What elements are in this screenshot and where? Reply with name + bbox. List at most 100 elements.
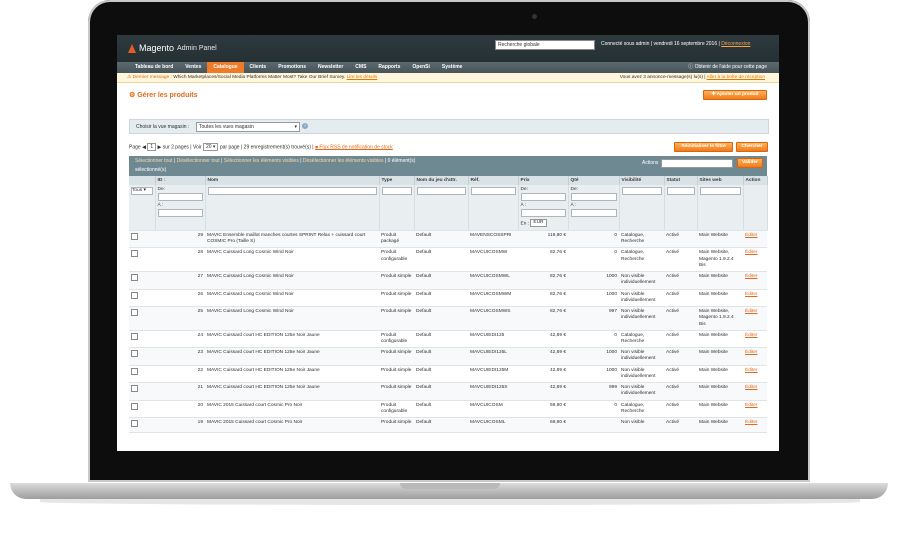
row-sku-cell: MAVCUICOSM [468,400,518,419]
inbox-link[interactable]: Aller à la boîte de réception [707,75,765,80]
filter-checkbox[interactable]: Tous ▾ [129,185,156,231]
reset-filter-button[interactable]: Réinitialiser le filtre [674,142,733,152]
row-edit-link[interactable]: Éditer [745,420,758,425]
help-link[interactable]: ⓘ Obtenir de l'aide pour cette page [688,62,767,73]
page-input[interactable]: 1 [147,143,157,151]
per-page-select[interactable]: 20 ▾ [202,143,219,151]
filter-attr-select[interactable] [416,187,466,195]
table-row[interactable]: 23 MAVIC Cuissard court HC EDITION 125e N… [129,347,767,366]
select-visible-link[interactable]: Sélectionner les éléments visibles [224,158,299,164]
row-checkbox[interactable] [131,350,138,358]
row-edit-link[interactable]: Éditer [745,368,758,373]
nav-catalog[interactable]: Catalogue [207,62,244,73]
row-checkbox[interactable] [131,291,138,299]
row-edit-link[interactable]: Éditer [745,403,758,408]
table-row[interactable]: 24 MAVIC Cuissard court HC EDITION 125e N… [129,330,767,349]
help-icon[interactable]: ? [302,123,308,129]
col-attribute-set[interactable]: Nom du jeu d'attr. [414,176,469,185]
actions-select[interactable] [661,159,733,168]
row-checkbox[interactable] [131,402,138,410]
nav-system[interactable]: Système [436,62,469,73]
row-edit-link[interactable]: Éditer [745,333,758,338]
row-checkbox[interactable] [131,309,138,317]
table-row[interactable]: 29 MAVIC Ensemble maillot manches courtes… [129,230,767,249]
unselect-visible-link[interactable]: Désélectionner les éléments visibles [303,158,384,164]
filter-qty-from[interactable] [570,193,617,202]
logout-link[interactable]: Déconnexion [721,41,750,47]
table-row[interactable]: 21 MAVIC Cuissard court HC EDITION 125e N… [129,382,767,401]
row-website-cell: Main Website [697,365,743,384]
col-websites[interactable]: Sites web [697,176,744,185]
row-edit-link-cell: Éditer [743,247,767,273]
row-checkbox[interactable] [131,385,138,393]
chevron-down-icon: ▾ [294,124,297,130]
col-name[interactable]: Nom [205,176,380,185]
col-type[interactable]: Type [379,176,415,185]
next-page-icon[interactable]: ▶ [158,144,162,150]
filter-websites-select[interactable] [699,187,741,195]
filter-type-select[interactable] [381,187,412,195]
table-row[interactable]: 26 MAVIC Cuissard Long Cosmic Wind Noir Pr… [129,289,767,308]
nav-customers[interactable]: Clients [244,62,273,73]
table-row[interactable]: 27 MAVIC Cuissard Long Cosmic Wind Noir Pr… [129,271,767,290]
col-price[interactable]: Prix [518,176,569,185]
row-name-cell: MAVIC Ensemble maillot manches courtes S… [205,230,379,249]
prev-page-icon[interactable]: ◀ [142,144,146,150]
table-row[interactable]: 22 MAVIC Cuissard court HC EDITION 125e N… [129,365,767,384]
row-edit-link[interactable]: Éditer [745,233,758,238]
filter-any-select[interactable]: Tous ▾ [131,187,153,195]
nav-opensi[interactable]: OpenSi [406,62,436,73]
nav-sales[interactable]: Ventes [179,62,207,73]
table-row[interactable]: 28 MAVIC Cuissard Long Cosmic Wind Noir Pr… [129,247,767,273]
row-price: 42,89 € [549,332,566,338]
filter-visibility-select[interactable] [621,187,662,195]
global-search-input[interactable]: Recherche globale [495,40,595,50]
row-edit-link[interactable]: Éditer [745,292,758,297]
row-checkbox[interactable] [131,250,138,258]
filter-status-select[interactable] [666,187,695,195]
filter-name-input[interactable] [207,187,377,195]
row-edit-link[interactable]: Éditer [745,274,758,279]
row-edit-link[interactable]: Éditer [745,350,758,355]
select-all-link[interactable]: Sélectionner tout [135,158,173,164]
filter-id-from[interactable] [157,193,203,202]
filter-currency-select[interactable]: EUR [530,219,547,228]
row-edit-link[interactable]: Éditer [745,250,758,255]
row-checkbox[interactable] [131,332,138,340]
row-price-cell: 42,89 € [518,330,568,349]
submit-action-button[interactable]: Valider [737,158,763,168]
table-row[interactable]: 19 MAVIC 2015 Cuissard court Cosmic Pro N… [129,417,767,434]
col-qty[interactable]: Qté [568,176,620,185]
nav-promotions[interactable]: Promotions [272,62,312,73]
row-checkbox[interactable] [131,420,138,428]
filter-sku-input[interactable] [470,187,516,195]
filter-qty-to[interactable] [570,209,617,218]
row-edit-link[interactable]: Éditer [745,385,758,390]
search-button[interactable]: Chercher [736,142,768,152]
row-checkbox[interactable] [131,274,138,282]
store-select[interactable]: Toutes les vues magasin ▾ [196,122,300,132]
row-type-cell: Produit simple [379,271,414,290]
table-row[interactable]: 25 MAVIC Cuissard Long Cosmic Wind Noir Pr… [129,306,767,331]
filter-id-to[interactable] [157,209,203,218]
message-details-link[interactable]: Lire les détails [347,75,378,80]
filter-price-to[interactable] [520,209,566,218]
add-product-button[interactable]: ✚ Ajouter un produit [703,90,767,100]
nav-cms[interactable]: CMS [349,62,372,73]
row-type-cell: Produit simple [379,417,414,434]
rss-link[interactable]: ■ Flux RSS de notification de stock [315,144,393,150]
row-checkbox[interactable] [131,367,138,375]
col-visibility[interactable]: Visibilité [619,176,665,185]
col-sku[interactable]: Réf. [468,176,519,185]
filter-price-from[interactable] [520,193,566,202]
col-id[interactable]: ID ↕ [155,176,206,185]
nav-reports[interactable]: Rapports [372,62,406,73]
nav-dashboard[interactable]: Tableau de bord [129,62,179,73]
row-edit-link[interactable]: Éditer [745,309,758,314]
unselect-all-link[interactable]: Désélectionner tout [177,158,220,164]
table-row[interactable]: 20 MAVIC 2015 Cuissard court Cosmic Pro N… [129,400,767,419]
col-status[interactable]: Statut [664,176,698,185]
row-checkbox[interactable] [131,232,138,240]
magento-logo[interactable]: Magento Admin Panel [128,43,217,53]
nav-newsletter[interactable]: Newsletter [312,62,349,73]
